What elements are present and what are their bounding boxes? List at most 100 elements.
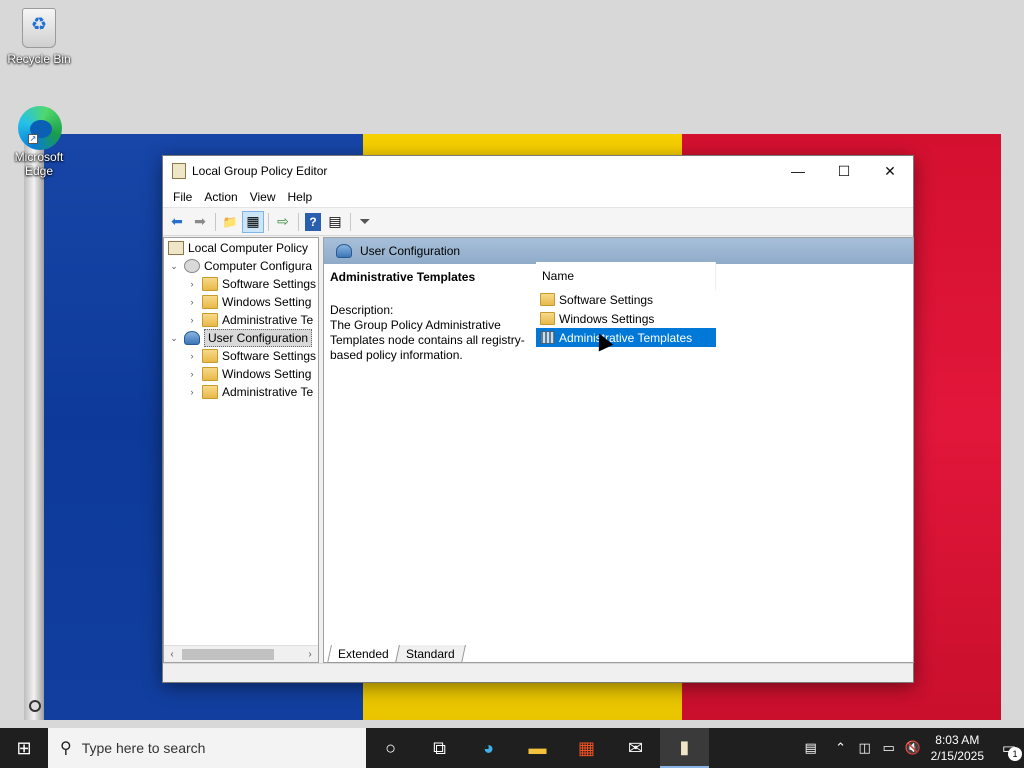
- group-policy-editor-taskbar-icon[interactable]: ▮: [660, 728, 709, 768]
- task-view-icon[interactable]: ⧉: [415, 728, 464, 768]
- forward-arrow-icon[interactable]: ➡: [189, 211, 211, 233]
- tree-item-label: Computer Configura: [204, 259, 313, 273]
- maximize-button[interactable]: ☐: [821, 156, 867, 186]
- toolbar-separator: [350, 212, 351, 231]
- navigation-tree[interactable]: Local Computer Policy ⌄ Computer Configu…: [163, 237, 319, 663]
- tab-extended[interactable]: Extended: [327, 645, 400, 663]
- scroll-left-icon[interactable]: ‹: [164, 646, 180, 662]
- description-panel: Administrative Templates Description: Th…: [330, 270, 530, 363]
- list-item-selected[interactable]: Administrative Templates: [536, 328, 716, 347]
- show-hidden-icons-chevron-icon[interactable]: ⌃: [829, 740, 853, 756]
- volume-muted-icon[interactable]: 🔇: [901, 740, 925, 756]
- menu-help[interactable]: Help: [282, 190, 319, 204]
- list-item[interactable]: Windows Settings: [536, 309, 716, 328]
- edge-taskbar-icon[interactable]: ◕: [464, 728, 513, 768]
- toolbar-separator: [215, 212, 216, 231]
- policy-book-icon: [172, 163, 186, 179]
- tree-horizontal-scrollbar[interactable]: ‹ ›: [164, 645, 318, 662]
- expand-chevron-icon[interactable]: ›: [186, 351, 198, 361]
- tree-item-user-software-settings[interactable]: › Software Settings: [186, 347, 316, 365]
- details-header-title: User Configuration: [360, 244, 461, 258]
- column-header-name[interactable]: Name: [536, 262, 716, 290]
- notification-badge: 1: [1008, 747, 1022, 761]
- show-hide-tree-icon[interactable]: ▦: [242, 210, 264, 233]
- flag-pole: [24, 130, 44, 720]
- clock-date: 2/15/2025: [930, 749, 984, 763]
- taskbar-search-box[interactable]: ⚲ Type here to search: [48, 728, 366, 768]
- folder-icon: [202, 277, 218, 291]
- filter-icon[interactable]: ⏷: [354, 211, 376, 233]
- folder-icon: [202, 385, 218, 399]
- desktop-icon-label: Recycle Bin: [7, 52, 71, 66]
- expand-chevron-icon[interactable]: ›: [186, 279, 198, 289]
- minimize-button[interactable]: —: [775, 156, 821, 186]
- collapse-chevron-icon[interactable]: ⌄: [168, 261, 180, 272]
- export-list-icon[interactable]: ⇨: [272, 211, 294, 233]
- mail-icon[interactable]: ✉: [611, 728, 660, 768]
- view-tabs: Extended Standard: [323, 643, 466, 663]
- windows-start-icon[interactable]: ⊞: [0, 728, 48, 768]
- clock[interactable]: 8:03 AM 2/15/2025: [931, 732, 984, 764]
- desktop-icon-recycle-bin[interactable]: Recycle Bin: [4, 8, 74, 66]
- up-folder-icon[interactable]: 📁: [219, 211, 241, 233]
- close-button[interactable]: ✕: [867, 156, 913, 186]
- description-heading: Administrative Templates: [330, 270, 476, 284]
- folder-icon: [540, 293, 555, 306]
- editor-body: Local Computer Policy ⌄ Computer Configu…: [163, 237, 914, 663]
- recycle-bin-icon: [22, 8, 56, 48]
- tree-item-label: Windows Setting: [222, 295, 312, 309]
- folder-icon: [202, 295, 218, 309]
- menu-file[interactable]: File: [167, 190, 198, 204]
- properties-icon[interactable]: ▤: [324, 211, 346, 233]
- expand-chevron-icon[interactable]: ›: [186, 369, 198, 379]
- expand-chevron-icon[interactable]: ›: [186, 387, 198, 397]
- meet-now-icon[interactable]: ◫: [853, 740, 877, 756]
- user-icon: [184, 331, 200, 345]
- collapse-chevron-icon[interactable]: ⌄: [168, 333, 180, 344]
- tree-item-label: Local Computer Policy: [188, 241, 309, 255]
- computer-icon: [184, 259, 200, 273]
- list-item-label: Windows Settings: [559, 311, 655, 326]
- tree-item-computer-windows-settings[interactable]: › Windows Setting: [186, 293, 311, 311]
- scroll-right-icon[interactable]: ›: [302, 646, 318, 662]
- folder-icon: [540, 312, 555, 325]
- expand-chevron-icon[interactable]: ›: [186, 297, 198, 307]
- network-icon[interactable]: ▭: [877, 740, 901, 756]
- desktop-icon-edge[interactable]: ↗ Microsoft Edge: [4, 106, 74, 178]
- title-bar[interactable]: Local Group Policy Editor — ☐ ✕: [163, 156, 913, 186]
- group-policy-editor-window: Local Group Policy Editor — ☐ ✕ File Act…: [162, 155, 914, 683]
- system-tray: ▤ ⌃ ◫ ▭ 🔇 8:03 AM 2/15/2025 ▭1: [793, 728, 1024, 768]
- folder-icon: [202, 367, 218, 381]
- help-icon[interactable]: ?: [305, 212, 321, 231]
- edge-icon: [18, 106, 62, 150]
- tree-item-computer-software-settings[interactable]: › Software Settings: [186, 275, 316, 293]
- notification-center-icon[interactable]: ▭1: [994, 739, 1024, 761]
- news-icon[interactable]: ▤: [793, 740, 829, 756]
- tree-item-label: Windows Setting: [222, 367, 312, 381]
- scrollbar-thumb[interactable]: [182, 649, 274, 660]
- microsoft-store-icon[interactable]: ▦: [562, 728, 611, 768]
- tree-item-user-administrative-templates[interactable]: › Administrative Te: [186, 383, 313, 401]
- window-title: Local Group Policy Editor: [192, 164, 328, 178]
- menu-view[interactable]: View: [244, 190, 282, 204]
- tree-item-user-windows-settings[interactable]: › Windows Setting: [186, 365, 311, 383]
- tree-item-label: Administrative Te: [222, 385, 314, 399]
- toolbar: ⬅ ➡ 📁 ▦ ⇨ ? ▤ ⏷: [163, 208, 913, 236]
- tree-item-computer-administrative-templates[interactable]: › Administrative Te: [186, 311, 313, 329]
- cortana-icon[interactable]: ○: [366, 728, 415, 768]
- menu-action[interactable]: Action: [198, 190, 243, 204]
- expand-chevron-icon[interactable]: ›: [186, 315, 198, 325]
- tree-item-label: Software Settings: [222, 349, 317, 363]
- shortcut-arrow-icon: ↗: [28, 134, 38, 144]
- back-arrow-icon[interactable]: ⬅: [166, 211, 188, 233]
- toolbar-separator: [268, 212, 269, 231]
- description-label: Description:: [330, 303, 394, 317]
- search-placeholder: Type here to search: [81, 740, 206, 756]
- tab-standard[interactable]: Standard: [394, 645, 466, 663]
- tree-item-user-configuration[interactable]: ⌄ User Configuration: [168, 329, 313, 347]
- tree-item-label: Software Settings: [222, 277, 317, 291]
- file-explorer-icon[interactable]: ▬: [513, 728, 562, 768]
- tree-item-local-computer-policy[interactable]: Local Computer Policy: [168, 239, 308, 257]
- list-item[interactable]: Software Settings: [536, 290, 716, 309]
- tree-item-computer-configuration[interactable]: ⌄ Computer Configura: [168, 257, 312, 275]
